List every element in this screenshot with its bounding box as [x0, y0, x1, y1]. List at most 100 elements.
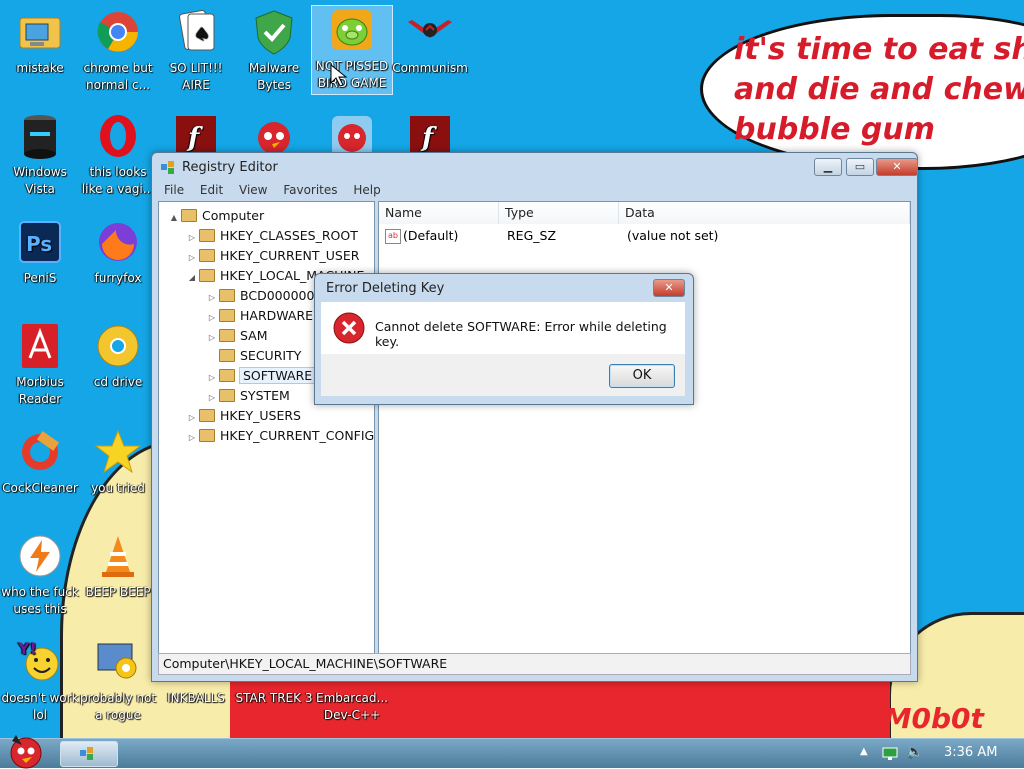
desktop-icon-label: doesn't work lol	[1, 691, 79, 722]
start-button-icon[interactable]	[4, 731, 46, 769]
desktop-icon-mistake[interactable]: mistake	[0, 8, 80, 77]
menu-file[interactable]: File	[158, 181, 190, 199]
desktop-icon-beep-beep[interactable]: BEEP BEEP	[78, 532, 158, 601]
menu-help[interactable]: Help	[347, 181, 386, 199]
folder-icon	[199, 409, 215, 422]
desktop-icon-label: cd drive	[93, 375, 143, 389]
tree-expander-icon[interactable]: ▷	[207, 388, 217, 408]
tree-node[interactable]: ▷ BCD00000000	[207, 286, 330, 306]
photoshop-icon: Ps	[19, 221, 61, 263]
tree-expander-icon[interactable]: ▷	[207, 308, 217, 328]
tree-node[interactable]: ▷ SYSTEM	[207, 386, 290, 406]
desktop-icon-label: NOT PISSED BIRD GAME	[315, 59, 389, 90]
menu-favorites[interactable]: Favorites	[277, 181, 343, 199]
green-pig-icon	[332, 10, 372, 50]
desktop-icon-label: furryfox	[94, 271, 142, 285]
desktop-icon-cockcleaner[interactable]: CockCleaner	[0, 428, 80, 497]
tree-expander-icon[interactable]: ▷	[207, 288, 217, 308]
desktop-icon-furryfox[interactable]: furryfox	[78, 218, 158, 287]
desktop-icon-label: CockCleaner	[2, 481, 78, 495]
tree-expander-icon[interactable]: ◢	[187, 268, 197, 288]
desktop-icon-label: this looks like a vagi...	[81, 165, 155, 196]
desktop-icon-dev-cpp[interactable]: Embarcad... Dev-C++	[312, 690, 392, 724]
wallpaper-signature: VM0b0t	[862, 702, 984, 735]
tree-expander-icon[interactable]: ▷	[187, 428, 197, 448]
tray-clock[interactable]: 3:36 AM	[944, 745, 997, 760]
regedit-app-icon	[161, 161, 174, 174]
close-button[interactable]: ✕	[876, 158, 918, 176]
desktop-icon-label: Malware Bytes	[248, 61, 300, 92]
yahoo-messenger-icon: Y!	[17, 639, 59, 681]
value-type: REG_SZ	[507, 228, 557, 243]
desktop-icon-label: Windows Vista	[13, 165, 67, 196]
taskbar: ▲ 🔈 3:36 AM	[0, 735, 1024, 769]
column-header-name[interactable]: Name	[379, 202, 499, 224]
desktop-icon-who-uses-this[interactable]: who the fuck uses this	[0, 532, 80, 618]
minimize-button[interactable]: ▁	[814, 158, 842, 176]
maximize-button[interactable]: ▭	[846, 158, 874, 176]
desktop-icon-cd-drive[interactable]: cd drive	[78, 322, 158, 391]
desktop-icon-doesnt-work[interactable]: Y! doesn't work lol	[0, 638, 80, 724]
desktop-icon-inkballs[interactable]: INKBALLS	[156, 690, 236, 707]
desktop-icon-not-a-rogue[interactable]: probably not a rogue	[78, 638, 158, 724]
desktop-icon-windows-vista[interactable]: Windows Vista	[0, 112, 80, 198]
column-header-data[interactable]: Data	[619, 202, 910, 224]
svg-text:♠: ♠	[194, 24, 210, 45]
tree-node[interactable]: ▷ HKEY_CURRENT_USER	[187, 246, 360, 268]
opera-icon	[100, 115, 136, 157]
tree-expander-icon[interactable]: ▲	[169, 208, 179, 228]
desktop-icon-you-tried[interactable]: you tried	[78, 428, 158, 497]
tree-node-label: HKEY_CURRENT_USER	[220, 248, 360, 263]
desktop-icon-penis[interactable]: Ps PeniS	[0, 218, 80, 287]
tree-node[interactable]: ▷ SOFTWARE	[207, 366, 317, 388]
tree-expander-icon[interactable]: ▷	[207, 368, 217, 388]
column-header-type[interactable]: Type	[499, 202, 619, 224]
ok-button[interactable]: OK	[609, 364, 675, 388]
folder-icon	[199, 249, 215, 262]
dialog-title-bar[interactable]: Error Deleting Key ✕	[315, 274, 693, 302]
key-tree-pane[interactable]: ▲ Computer ▷ HKEY_CLASSES_ROOT ▷ HKEY_CURRENT…	[158, 201, 375, 654]
tree-node[interactable]: SECURITY	[207, 346, 301, 366]
desktop-icon-morbius-reader[interactable]: Morbius Reader	[0, 322, 80, 408]
tree-node[interactable]: ▷ HKEY_CURRENT_CONFIG	[187, 426, 374, 446]
menu-bar: File Edit View Favorites Help	[158, 181, 911, 201]
tree-expander-icon[interactable]: ▷	[187, 408, 197, 428]
desktop-icon-not-pissed-bird-game[interactable]: NOT PISSED BIRD GAME	[311, 5, 393, 95]
dialog-title: Error Deleting Key	[326, 281, 445, 296]
desktop-icon-opera[interactable]: this looks like a vagi...	[78, 112, 158, 198]
title-bar[interactable]: Registry Editor ▁ ▭ ✕	[152, 153, 918, 181]
menu-edit[interactable]: Edit	[194, 181, 229, 199]
shield-icon	[255, 10, 293, 55]
values-pane[interactable]: Name Type Data ab (Default) REG_SZ (valu…	[378, 201, 911, 654]
volume-icon[interactable]: 🔈	[906, 744, 923, 760]
value-row[interactable]: ab (Default) REG_SZ (value not set)	[379, 226, 910, 246]
desktop-icon-chrome[interactable]: chrome but normal c...	[78, 8, 158, 94]
folder-icon	[199, 429, 215, 442]
desktop-icon-communism[interactable]: Communism	[390, 8, 470, 77]
window-title: Registry Editor	[182, 160, 278, 175]
dialog-close-button[interactable]: ✕	[653, 279, 685, 297]
tree-node[interactable]: ▲ Computer	[169, 206, 264, 226]
tray-expand-icon[interactable]: ▲	[860, 746, 868, 757]
tree-node[interactable]: ▷ HKEY_USERS	[187, 406, 301, 426]
desktop-icon-solitaire[interactable]: ♠ SO LIT!!! AIRE	[156, 8, 236, 94]
tree-expander-icon[interactable]: ▷	[207, 328, 217, 348]
desktop-icon-malware-bytes[interactable]: Malware Bytes	[234, 8, 314, 94]
tree-node[interactable]: ▷ SAM	[207, 326, 268, 346]
tree-node[interactable]: ▷ HKEY_CLASSES_ROOT	[187, 226, 358, 246]
desktop-icon-label: Embarcad... Dev-C++	[316, 691, 388, 722]
tree-expander-icon[interactable]: ▷	[187, 228, 197, 248]
tree-node-label: HKEY_CLASSES_ROOT	[220, 228, 358, 243]
taskbar-button-registry-editor[interactable]	[60, 741, 118, 767]
menu-view[interactable]: View	[233, 181, 273, 199]
desktop-icon-star-trek-3[interactable]: STAR TREK 3	[234, 690, 314, 707]
svg-text:Ps: Ps	[26, 232, 52, 256]
desktop-icon-label: who the fuck uses this	[1, 585, 79, 616]
folder-icon	[219, 389, 235, 402]
tree-expander-icon[interactable]: ▷	[187, 248, 197, 268]
desktop-icon-label: mistake	[16, 61, 64, 75]
desktop: it's time to eat shit and die and chew b…	[0, 0, 1024, 738]
tree-node[interactable]: ▷ HARDWARE	[207, 306, 313, 326]
network-icon[interactable]	[882, 747, 898, 761]
error-message: Cannot delete SOFTWARE: Error while dele…	[375, 319, 667, 349]
